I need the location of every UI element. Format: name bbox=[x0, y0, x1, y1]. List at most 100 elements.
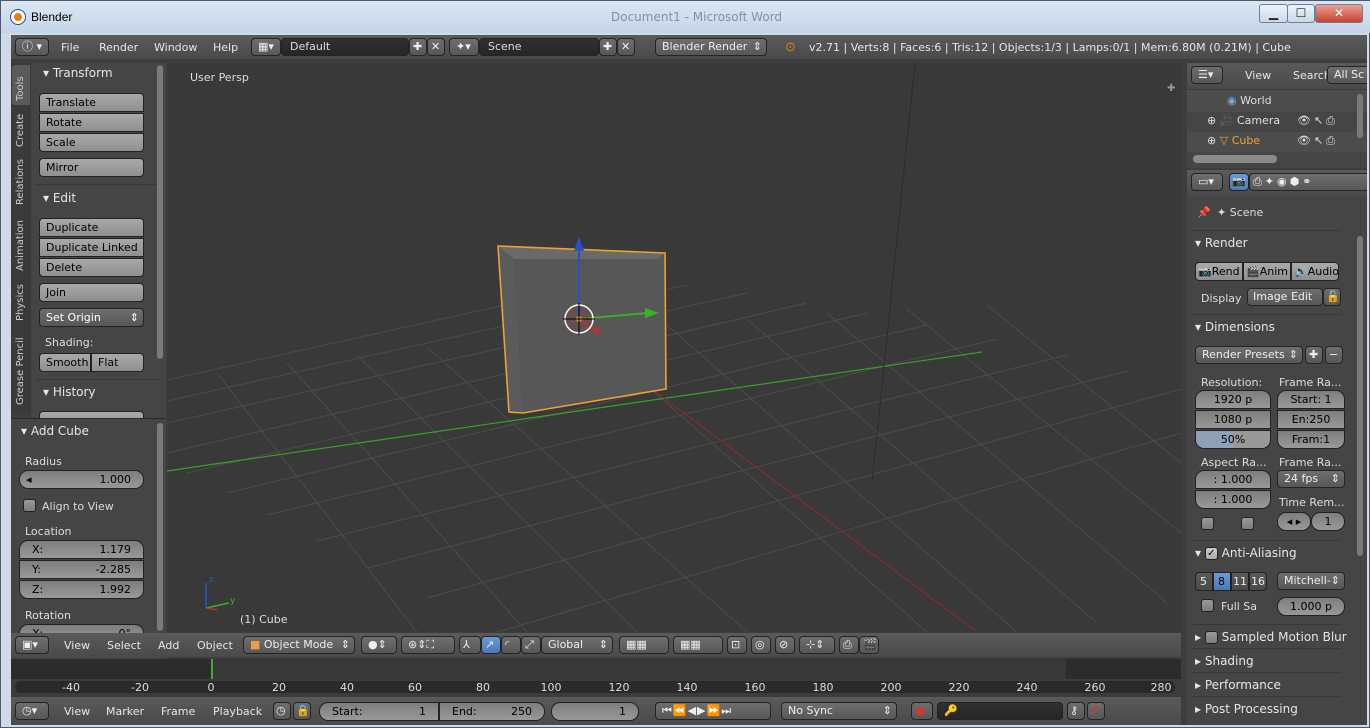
edit-panel-header[interactable]: ▾ Edit bbox=[43, 191, 76, 205]
sync-select[interactable]: No Sync ⇕ bbox=[781, 702, 897, 720]
scale-manip-icon[interactable]: ⤢ bbox=[521, 636, 541, 654]
location-x-field[interactable]: X: 1.179 bbox=[19, 540, 144, 559]
post-processing-panel-header[interactable]: ▸ Post Processing bbox=[1191, 696, 1341, 720]
tab-create[interactable]: Create bbox=[12, 107, 30, 151]
lock-range-icon[interactable]: 🔒 bbox=[293, 702, 311, 720]
translate-button[interactable]: Translate bbox=[39, 93, 144, 112]
aspect-y-field[interactable]: : 1.000 bbox=[1195, 490, 1271, 509]
render-opengl-icon[interactable]: ⎙ bbox=[839, 636, 859, 654]
scene-field[interactable]: Scene bbox=[479, 38, 599, 56]
manipulator-toggle-icon[interactable]: ⅄ bbox=[459, 636, 481, 654]
render-presets-select[interactable]: Render Presets ⇕ bbox=[1195, 346, 1303, 364]
motion-blur-checkbox[interactable] bbox=[1204, 631, 1218, 644]
time-remap-new-field[interactable]: 1 bbox=[1311, 512, 1345, 531]
aa-samples-8[interactable]: 8 bbox=[1213, 572, 1231, 591]
aspect-x-field[interactable]: : 1.000 bbox=[1195, 470, 1271, 489]
add-cube-panel-header[interactable]: ▾ Add Cube bbox=[21, 424, 89, 438]
mirror-button[interactable]: Mirror bbox=[39, 158, 144, 177]
full-sample-checkbox[interactable] bbox=[1201, 599, 1214, 612]
set-origin-select[interactable]: Set Origin ⇕ bbox=[39, 308, 144, 327]
layers-grid-1[interactable]: ▦▦ bbox=[619, 636, 669, 654]
timeline-menu-marker[interactable]: Marker bbox=[106, 705, 144, 718]
aa-samples-5[interactable]: 5 bbox=[1195, 572, 1213, 591]
scene-icon[interactable]: ✦▾ bbox=[449, 38, 479, 56]
proportional-edit-icon[interactable]: ◎ bbox=[751, 636, 771, 654]
flat-button[interactable]: Flat bbox=[91, 353, 144, 372]
maximize-button[interactable]: ☐ bbox=[1287, 4, 1315, 23]
preview-range-icon[interactable]: ◷ bbox=[273, 702, 291, 720]
rotate-manip-icon[interactable]: ◜ bbox=[501, 636, 521, 654]
frame-start-field[interactable]: Start: 1 bbox=[1277, 390, 1345, 409]
radius-field[interactable]: ◂ 1.000 bbox=[19, 470, 144, 489]
delete-button[interactable]: Delete bbox=[39, 258, 144, 277]
rotate-button[interactable]: Rotate bbox=[39, 113, 144, 132]
render-anim-icon[interactable]: 🎬 bbox=[859, 636, 879, 654]
translate-manip-icon[interactable]: ↗ bbox=[481, 636, 501, 654]
pivot-point-icon[interactable]: ⊛⇕⛶ bbox=[401, 636, 455, 654]
frame-end-field[interactable]: En:250 bbox=[1277, 410, 1345, 429]
cube-visibility-icons[interactable]: 👁↖⎙ bbox=[1297, 134, 1338, 148]
editor-type-properties-button[interactable]: ▭▾ bbox=[1191, 173, 1223, 191]
context-tabs-icons[interactable]: ⎙✦◉⬢⚭ bbox=[1249, 173, 1367, 191]
remove-scene-icon[interactable]: ✕ bbox=[617, 38, 635, 56]
join-button[interactable]: Join bbox=[39, 283, 144, 302]
current-frame-marker[interactable] bbox=[211, 659, 213, 679]
menu-file[interactable]: File bbox=[61, 41, 79, 54]
tab-animation[interactable]: Animation bbox=[12, 211, 30, 275]
snap-element-icon[interactable]: ⊹⇕ bbox=[799, 636, 835, 654]
editor-type-3d-button[interactable]: ▣▾ bbox=[15, 636, 49, 654]
layers-grid-2[interactable]: ▦▦ bbox=[673, 636, 723, 654]
outliner-menu-view[interactable]: View bbox=[1245, 69, 1271, 82]
res-y-field[interactable]: 1080 p bbox=[1195, 410, 1271, 429]
minimize-button[interactable]: ▁ bbox=[1259, 4, 1288, 23]
fps-select[interactable]: 24 fps ⇕ bbox=[1277, 470, 1345, 488]
anti-aliasing-checkbox[interactable]: ✓ bbox=[1204, 547, 1218, 560]
audio-button[interactable]: 🔊Audio bbox=[1291, 262, 1339, 281]
aa-filter-select[interactable]: Mitchell- ⇕ bbox=[1277, 572, 1345, 590]
transform-panel-header[interactable]: ▾ Transform bbox=[43, 66, 113, 80]
location-y-field[interactable]: Y: -2.285 bbox=[19, 560, 144, 579]
outliner-h-scrollbar[interactable] bbox=[1193, 155, 1277, 163]
record-icon[interactable]: ● bbox=[911, 702, 933, 720]
cube-mesh[interactable] bbox=[497, 245, 667, 414]
outliner-row[interactable] bbox=[1187, 90, 1367, 112]
render-button[interactable]: 📷Rend bbox=[1195, 262, 1243, 281]
outliner-scrollbar[interactable] bbox=[1357, 94, 1363, 138]
timeline-menu-frame[interactable]: Frame bbox=[161, 705, 195, 718]
res-percentage-slider[interactable]: 50% bbox=[1195, 430, 1271, 449]
render-context-icon[interactable]: 📷 bbox=[1229, 173, 1249, 191]
close-button[interactable]: ✕ bbox=[1315, 4, 1363, 23]
anti-aliasing-panel-header[interactable]: ▾ ✓ Anti-Aliasing bbox=[1191, 540, 1341, 564]
outliner-filter-select[interactable]: All Sc bbox=[1327, 66, 1367, 84]
add-layout-icon[interactable]: ✚ bbox=[409, 38, 427, 56]
menu-select[interactable]: Select bbox=[107, 639, 141, 652]
editor-type-timeline-button[interactable]: ◷▾ bbox=[15, 702, 49, 720]
outliner-world[interactable]: ◉ World bbox=[1227, 94, 1272, 107]
menu-help[interactable]: Help bbox=[213, 41, 238, 54]
frame-step-field[interactable]: Fram:1 bbox=[1277, 430, 1345, 449]
motion-blur-panel-header[interactable]: ▸ Sampled Motion Blur bbox=[1191, 624, 1347, 648]
add-scene-icon[interactable]: ✚ bbox=[599, 38, 617, 56]
current-frame-field[interactable]: 1 bbox=[551, 702, 639, 721]
playback-controls[interactable]: ⏮⏪◀▶⏩⏭ bbox=[655, 702, 771, 720]
menu-add[interactable]: Add bbox=[158, 639, 179, 652]
snap-magnet-icon[interactable]: ⊘ bbox=[775, 636, 795, 654]
res-x-field[interactable]: 1920 p bbox=[1195, 390, 1271, 409]
lock-interface-icon[interactable]: 🔓 bbox=[1323, 288, 1341, 306]
scale-button[interactable]: Scale bbox=[39, 133, 144, 152]
history-panel-header[interactable]: ▾ History bbox=[43, 385, 96, 399]
time-remap-old-field[interactable]: ◂ ▸ bbox=[1277, 512, 1311, 531]
location-z-field[interactable]: Z: 1.992 bbox=[19, 580, 144, 599]
animation-button[interactable]: 🎬Anim bbox=[1243, 262, 1291, 281]
editor-type-info-button[interactable]: ⓘ ▾ bbox=[15, 38, 49, 56]
screen-layout-icon[interactable]: ▦▾ bbox=[251, 38, 281, 56]
menu-view[interactable]: View bbox=[64, 639, 90, 652]
filter-size-field[interactable]: 1.000 p bbox=[1277, 597, 1345, 616]
tab-physics[interactable]: Physics bbox=[12, 277, 30, 325]
lock-layers-icon[interactable]: ⊡ bbox=[727, 636, 747, 654]
shading-mode-icon[interactable]: ●⇕ bbox=[361, 636, 397, 654]
display-select[interactable]: Image Edit bbox=[1247, 288, 1323, 306]
pin-icon[interactable]: 📌 bbox=[1197, 206, 1211, 219]
properties-scrollbar[interactable] bbox=[1357, 236, 1363, 556]
tab-tools[interactable]: Tools bbox=[12, 65, 30, 105]
